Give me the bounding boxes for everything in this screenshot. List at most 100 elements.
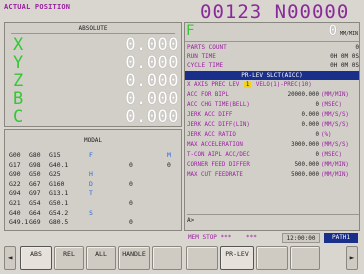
gcode-cell: G40.1 [49, 160, 69, 169]
modal-item: H [89, 170, 179, 180]
gcode-cell: G64 [29, 208, 41, 217]
stat-label: RUN TIME [187, 53, 216, 60]
modal-side-values: FM 00 H D0 T 0 S 0 [89, 151, 179, 228]
axis-letter: B [13, 89, 24, 109]
param-value: 3000.000 [291, 142, 319, 148]
gcode-cell: G17 [9, 160, 21, 169]
stat-label: CYCLE TIME [187, 62, 224, 69]
axis-letter: Y [13, 53, 24, 73]
modal-item-value: 0 [129, 218, 133, 227]
gcode-cell: G160 [49, 179, 65, 188]
parameter-panel: F 0 MM/MIN PARTS COUNT 0 RUN TIME 0H 0M … [184, 22, 360, 231]
param-value: 0 [315, 152, 320, 158]
param-row[interactable]: ACC FOR BIPL 20000.000 (MM/MIN) [187, 92, 359, 101]
gcode-row: G22 G67 G160 [9, 180, 89, 190]
gcode-cell: G40 [9, 208, 21, 217]
axis-value: 0.000 [125, 107, 179, 127]
path-indicator[interactable]: PATH1 [324, 233, 358, 243]
param-row[interactable]: MAX CUT FEEDRATE 5000.000 (MM/MIN) [187, 172, 359, 181]
axis-row-x: X 0.000 [13, 35, 179, 55]
gcode-cell: G80.5 [49, 218, 69, 227]
feedrate-row: F 0 MM/MIN [185, 23, 359, 42]
param-unit: (MM/MIN) [321, 172, 349, 178]
modal-item-value: 0 [129, 198, 133, 207]
status-bar: MEM STOP *** *** 12:00:00 PATH1 [184, 233, 360, 243]
softkey-pr-lev[interactable]: PR-LEV [220, 246, 254, 270]
modal-item: S [89, 209, 179, 219]
cycle-time-row: CYCLE TIME 0H 0M 0S [187, 62, 359, 70]
modal-item: 0 [89, 199, 179, 209]
gcode-cell: G15 [49, 151, 61, 159]
gcode-row: G17 G98 G40.1 [9, 161, 89, 171]
softkey-blank-4[interactable] [290, 246, 320, 270]
stat-value: 0 [355, 44, 359, 51]
softkey-abs[interactable]: ABS [20, 246, 52, 270]
gcode-row: G90 G50 G25 [9, 170, 89, 180]
param-value: 0.000 [301, 112, 319, 118]
status-alarm: *** [246, 234, 257, 241]
axis-precision-label: X AXIS PREC LEV [187, 82, 240, 88]
softkey-blank-2[interactable] [186, 246, 218, 270]
softkey-blank-1[interactable] [152, 246, 182, 270]
softkey-next-button[interactable]: ► [346, 246, 358, 270]
softkey-all[interactable]: ALL [86, 246, 116, 270]
param-row[interactable]: CORNER FEED DIFFER 500.000 (MM/MIN) [187, 162, 359, 171]
gcode-cell: G25 [49, 170, 61, 179]
feedrate-value: 0 [328, 23, 337, 39]
gcode-row: G21 G54 G50.1 [9, 199, 89, 209]
axis-precision-row: X AXIS PREC LEV 1 VELO(1)-PREC(10) [187, 82, 359, 91]
param-label: JERK ACC DIFF [187, 112, 233, 118]
param-row[interactable]: MAX ACCELERATION 3000.000 (MM/S/S) [187, 142, 359, 151]
param-value: 500.000 [294, 162, 319, 168]
state-text: STOP *** [202, 234, 232, 241]
softkey-blank-3[interactable] [256, 246, 288, 270]
gcode-cell: G94 [9, 189, 21, 198]
modal-item: 0 [89, 218, 179, 228]
modal-item-value: 0 [129, 179, 133, 188]
status-mode: MEM STOP *** [188, 234, 231, 241]
status-clock: 12:00:00 [282, 233, 320, 243]
modal-panel: MODAL G00 G80 G15 G17 G98 G40.1 G90 G50 G25 G2… [4, 129, 182, 231]
gcode-row: G49.1G69 G80.5 [9, 218, 89, 228]
param-row[interactable]: JERK ACC DIFF(LIN) 0.000 (MM/S/S) [187, 122, 359, 131]
run-time-row: RUN TIME 0H 0M 0S [187, 53, 359, 61]
gcode-row: G00 G80 G15 [9, 151, 89, 161]
modal-item-label: D [89, 179, 93, 188]
param-label: JERK ACC RATIO [187, 132, 236, 138]
modal-item-extra: 0 [167, 160, 171, 169]
gcode-cell: G54.2 [49, 208, 69, 217]
gcode-cell: G50.1 [49, 198, 69, 207]
param-unit: (MM/S/S) [321, 142, 349, 148]
param-unit: (MSEC) [321, 102, 342, 108]
gcode-row: G94 G97 G13.1 [9, 189, 89, 199]
key-input-line[interactable]: A> [187, 214, 359, 226]
param-unit: (%) [321, 132, 332, 138]
softkey-handle[interactable]: HANDLE [118, 246, 150, 270]
param-row[interactable]: ACC CHG TIME(BELL) 0 (MSEC) [187, 102, 359, 111]
param-label: MAX ACCELERATION [187, 142, 243, 148]
modal-item: 00 [89, 161, 179, 171]
gcode-cell: G90 [9, 170, 21, 179]
modal-item: FM [89, 151, 179, 161]
param-unit: (MM/S/S) [321, 112, 349, 118]
axis-value: 0.000 [125, 35, 179, 55]
param-row[interactable]: JERK ACC DIFF 0.000 (MM/S/S) [187, 112, 359, 121]
param-row[interactable]: JERK ACC RATIO 0 (%) [187, 132, 359, 141]
modal-item-label: S [89, 208, 93, 217]
param-row[interactable]: T-CON AIPL ACC/DEC 0 (MSEC) [187, 152, 359, 161]
gcode-row: G40 G64 G54.2 [9, 209, 89, 219]
precision-level-input[interactable]: 1 [243, 82, 252, 88]
modal-item-label: H [89, 170, 93, 179]
modal-item: D0 [89, 180, 179, 190]
gcode-cell: G00 [9, 151, 21, 159]
gcode-cell: G22 [9, 179, 21, 188]
param-label: CORNER FEED DIFFER [187, 162, 250, 168]
axis-value: 0.000 [125, 53, 179, 73]
modal-item-value: 0 [129, 160, 133, 169]
modal-item-extra: M [167, 151, 171, 159]
axis-row-y: Y 0.000 [13, 53, 179, 73]
mode-text: MEM [188, 234, 199, 241]
softkey-prev-button[interactable]: ◄ [4, 246, 16, 270]
softkey-rel[interactable]: REL [54, 246, 84, 270]
feedrate-unit: MM/MIN [339, 31, 358, 37]
